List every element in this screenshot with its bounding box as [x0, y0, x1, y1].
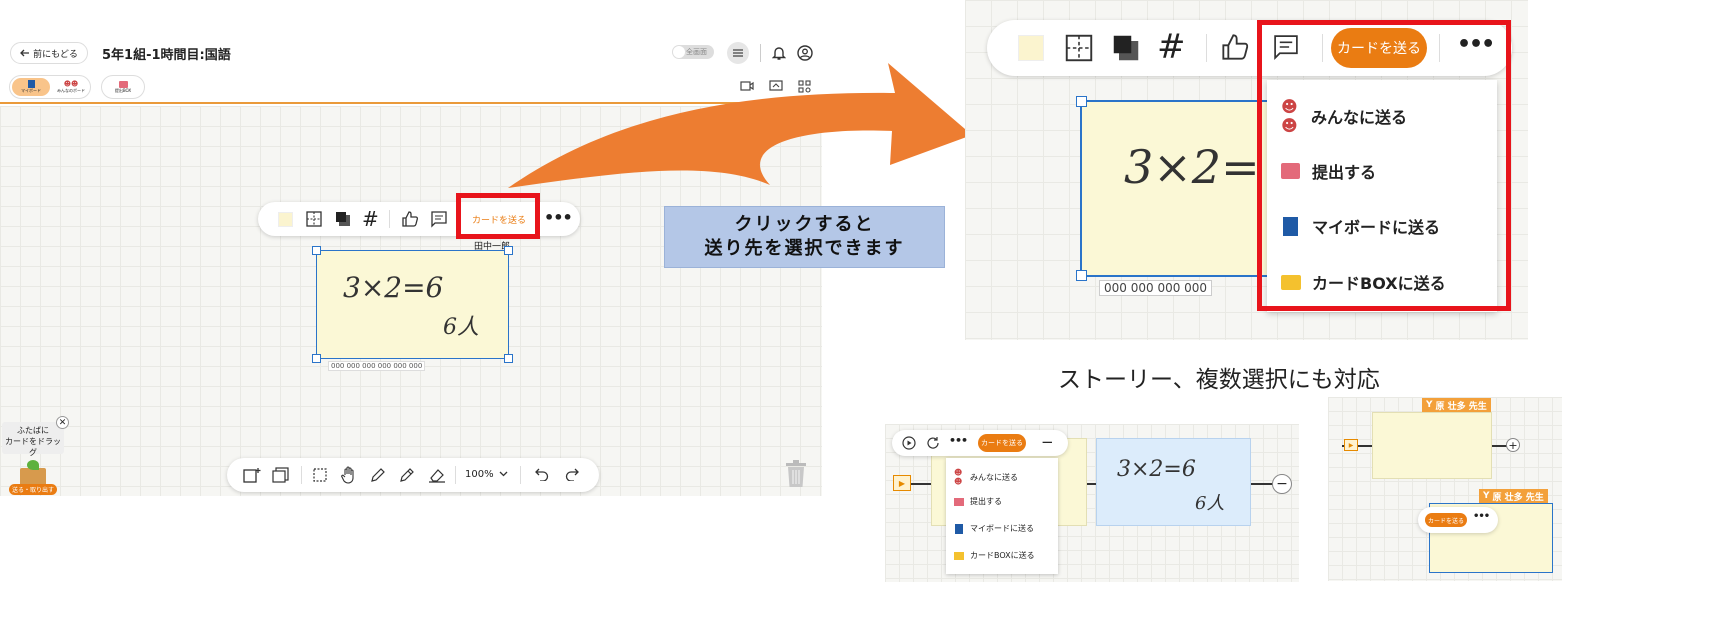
teacher-tag-2: Y原 壮多 先生 — [1479, 489, 1548, 503]
board-tab-group: マイボード ☻☻ みんなのボード — [9, 75, 91, 99]
multi-card-1[interactable] — [1372, 412, 1492, 479]
zoomed-hashtag-icon[interactable]: # — [1157, 28, 1186, 66]
people-icon: ☻☻ — [63, 80, 79, 88]
back-button[interactable]: 前にもどる — [10, 42, 88, 64]
tab-submit-box-label: 提出BOX — [114, 87, 132, 93]
shadow-icon[interactable] — [335, 211, 351, 227]
story-card-text-line2: 6人 — [1195, 493, 1225, 514]
hand-icon[interactable] — [341, 466, 357, 484]
card-stats: 000 000 000 000 000 000 — [328, 361, 426, 371]
select-area-icon[interactable] — [313, 468, 327, 482]
tray-button[interactable]: 送る・取り出す — [9, 484, 57, 495]
eraser-icon[interactable] — [428, 467, 446, 483]
page-title: 5年1組-1時間目:国語 — [102, 48, 231, 63]
thumbs-up-icon[interactable] — [401, 210, 419, 228]
story-send-menu: ☻☻ みんなに送る 提出する マイボードに送る カードBOXに送る — [946, 458, 1058, 574]
drag-hint-line1: ふたばに — [17, 426, 49, 435]
multi-more-icon[interactable]: ••• — [1473, 511, 1490, 522]
redo-icon[interactable] — [565, 468, 579, 481]
trash-icon[interactable] — [784, 460, 808, 488]
callout-line2: 送り先を選択できます — [704, 238, 905, 259]
zoomed-card-stats: 000 000 000 000 — [1099, 280, 1213, 296]
pointer-arrow — [508, 63, 972, 188]
comment-icon[interactable] — [430, 210, 448, 228]
multi-plus-icon[interactable]: + — [1506, 438, 1520, 452]
back-label: 前にもどる — [33, 49, 78, 60]
teacher-tag-2-label: 原 壮多 先生 — [1492, 492, 1544, 503]
story-screenshot: ▶ 3×2=6 6人 − ••• カードを送る − ☻☻ みんなに送る 提出する… — [885, 424, 1299, 582]
callout-line1: クリックすると — [734, 214, 875, 235]
teacher-tag-1-label: 原 壮多 先生 — [1435, 401, 1487, 412]
tab-my-board[interactable]: マイボード — [12, 78, 50, 96]
grid-layout-icon[interactable] — [306, 211, 322, 227]
zoom-level[interactable]: 100% — [465, 469, 494, 480]
story-menu-item-submit[interactable]: 提出する — [954, 496, 1002, 507]
drag-hint: ふたばに カードをドラッグ — [2, 422, 64, 457]
zoomed-shadow-icon[interactable] — [1112, 34, 1140, 62]
story-menu-item-send-my-board[interactable]: マイボードに送る — [954, 523, 1034, 534]
chevron-down-icon[interactable] — [499, 471, 508, 477]
pen-icon[interactable] — [370, 467, 386, 483]
multi-play-icon[interactable]: ▶ — [1344, 439, 1358, 451]
sprout-icon: Y — [1426, 400, 1433, 410]
story-toolbar: ••• カードを送る − — [892, 430, 1068, 456]
sprout-icon: Y — [1483, 491, 1490, 501]
story-menu-item-send-my-board-label: マイボードに送る — [970, 524, 1034, 533]
zoomed-card[interactable]: 3×2= — [1076, 96, 1270, 281]
arrow-left-icon — [20, 48, 30, 58]
more-icon[interactable]: ••• — [544, 208, 573, 227]
multi-toolbar: カードを送る ••• — [1418, 507, 1498, 533]
selected-card[interactable]: 3×2=6 6人 — [312, 246, 513, 363]
undo-icon[interactable] — [535, 468, 549, 481]
teacher-tag-1: Y原 壮多 先生 — [1422, 398, 1491, 412]
story-menu-item-send-everyone[interactable]: ☻☻ みんなに送る — [954, 468, 1018, 486]
zoomed-color-swatch[interactable] — [1018, 35, 1044, 61]
zoomed-card-text: 3×2= — [1124, 140, 1260, 194]
highlight-send-button — [456, 193, 540, 239]
story-play-icon[interactable]: ▶ — [893, 475, 911, 491]
story-collapse-icon[interactable]: − — [1041, 433, 1054, 451]
story-menu-item-submit-label: 提出する — [970, 497, 1002, 506]
story-play-circle-icon[interactable] — [902, 436, 916, 450]
inbox-icon — [954, 497, 964, 506]
close-icon[interactable]: ✕ — [56, 416, 69, 429]
multi-select-screenshot: ▶ + Y原 壮多 先生 Y原 壮多 先生 カードを送る ••• — [1328, 397, 1562, 581]
drag-hint-line2: カードをドラッグ — [5, 437, 61, 457]
feature-caption: ストーリー、複数選択にも対応 — [1058, 367, 1380, 393]
people-icon: ☻☻ — [954, 468, 963, 486]
story-menu-item-send-everyone-label: みんなに送る — [970, 472, 1018, 482]
highlight-send-menu — [1257, 20, 1511, 311]
story-more-icon[interactable]: ••• — [949, 434, 968, 447]
color-swatch[interactable] — [278, 212, 293, 227]
hashtag-icon[interactable]: # — [362, 209, 379, 229]
card-text-line2: 6人 — [443, 315, 479, 340]
folder-icon — [954, 551, 964, 560]
tab-my-board-label: マイボード — [21, 88, 41, 93]
bottom-toolbar: 100% — [227, 458, 599, 492]
story-card-2[interactable]: 3×2=6 6人 — [1096, 438, 1251, 526]
tab-everyone-board[interactable]: ☻☻ みんなのボード — [52, 78, 90, 96]
pdf-icon[interactable] — [272, 467, 290, 483]
tab-submit-box[interactable]: 提出BOX — [101, 75, 145, 99]
zoomed-grid-layout-icon[interactable] — [1065, 34, 1093, 62]
inbox-icon — [118, 80, 128, 88]
callout-box: クリックすると 送り先を選択できます — [664, 206, 945, 268]
notebook-icon — [955, 523, 963, 534]
card-text-line1: 3×2=6 — [343, 271, 444, 304]
story-menu-item-send-card-box-label: カードBOXに送る — [970, 551, 1035, 560]
multi-send-card-button[interactable]: カードを送る — [1425, 513, 1467, 527]
add-card-icon[interactable] — [243, 467, 261, 483]
zoomed-thumbs-up-icon[interactable] — [1220, 32, 1250, 62]
story-minus-icon[interactable]: − — [1272, 474, 1292, 494]
tab-everyone-board-label: みんなのボード — [57, 88, 85, 93]
zoomed-screenshot: # カードを送る ••• 3×2= 000 000 000 000 ☻☻ みんな… — [965, 0, 1528, 340]
story-refresh-icon[interactable] — [926, 436, 940, 450]
story-menu-item-send-card-box[interactable]: カードBOXに送る — [954, 550, 1035, 561]
story-card-text-line1: 3×2=6 — [1117, 457, 1196, 482]
notebook-icon — [27, 80, 35, 88]
marker-icon[interactable] — [399, 467, 415, 483]
story-send-card-button[interactable]: カードを送る — [978, 434, 1026, 452]
